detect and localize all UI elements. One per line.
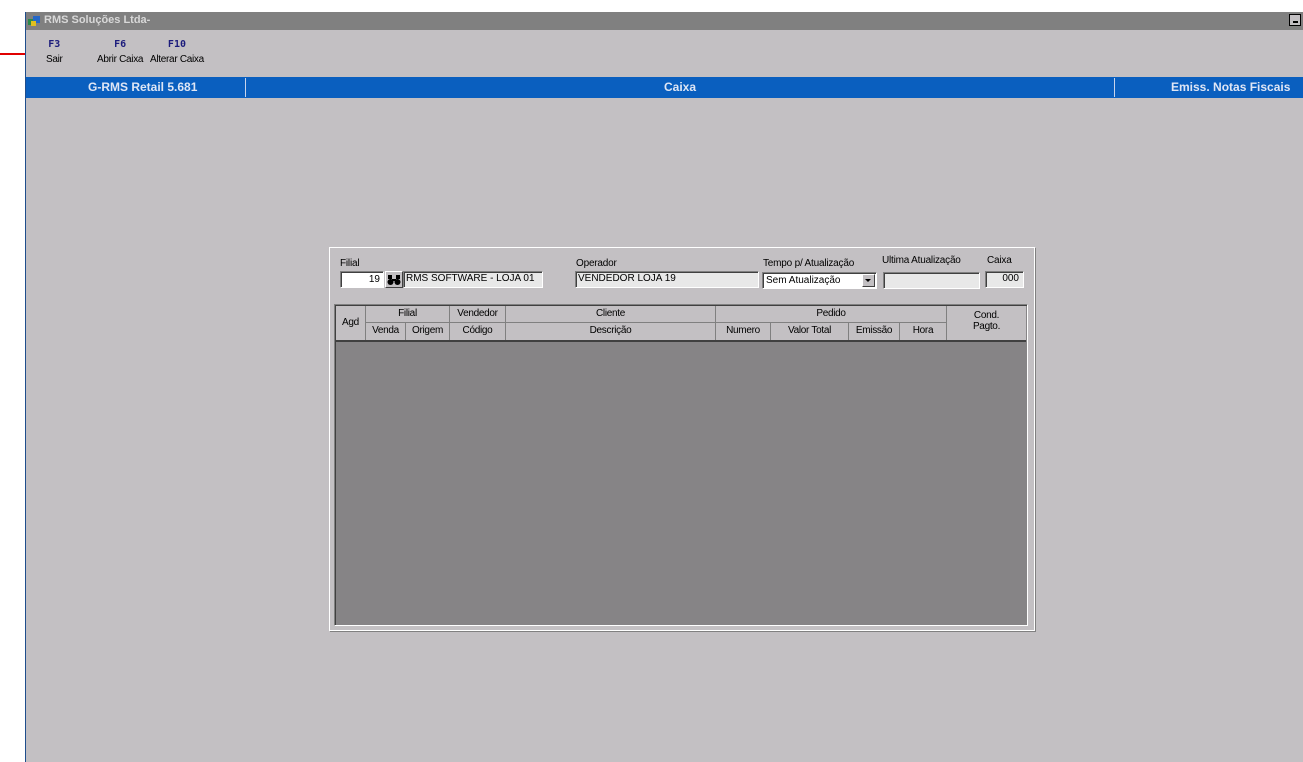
fkey-sair-button[interactable]: F3 Sair [46, 39, 63, 65]
col-venda[interactable]: Venda [366, 323, 406, 340]
col-valor-total[interactable]: Valor Total [771, 323, 849, 340]
col-emissao[interactable]: Emissão [849, 323, 900, 340]
tempo-atualizacao-label: Tempo p/ Atualização [763, 258, 855, 269]
fkey-f10-key: F10 [167, 39, 186, 50]
function-key-bar: F3 Sair F6 Abrir Caixa F10 Alterar Caixa [26, 39, 1303, 79]
binoculars-search-button[interactable] [385, 271, 403, 288]
header-separator [1114, 78, 1115, 97]
col-group-vendedor: Vendedor [450, 306, 506, 322]
app-version-label: G-RMS Retail 5.681 [88, 80, 198, 94]
col-descricao[interactable]: Descrição [506, 323, 716, 340]
tempo-atualizacao-value: Sem Atualização [766, 275, 841, 286]
caixa-field: 000 [985, 271, 1024, 288]
filial-code-input[interactable]: 19 [340, 271, 384, 288]
binoculars-icon [387, 275, 401, 285]
operador-field: VENDEDOR LOJA 19 [575, 271, 759, 288]
title-bar: RMS Soluções Ltda- [26, 12, 1303, 30]
app-icon [28, 16, 40, 26]
fkey-f6-key: F6 [114, 39, 127, 50]
col-cond-pagto[interactable]: Cond. Pagto. [947, 306, 1026, 340]
col-hora[interactable]: Hora [900, 323, 947, 340]
tempo-atualizacao-select[interactable]: Sem Atualização [762, 272, 877, 289]
col-group-pedido: Pedido [716, 306, 947, 322]
col-cond-label: Cond. [973, 310, 1000, 321]
grid-header: Agd Filial Venda Origem Vendedor Código … [336, 306, 1026, 342]
filial-label: Filial [340, 258, 360, 269]
module-header-bar: G-RMS Retail 5.681 Caixa Emiss. Notas Fi… [26, 77, 1303, 98]
filial-name-field: RMS SOFTWARE - LOJA 01 [403, 271, 543, 288]
col-numero[interactable]: Numero [716, 323, 771, 340]
caixa-panel: Filial 19 RMS SOFTWARE - LOJA 01 Operado… [329, 247, 1035, 631]
fkey-abrir-caixa-button[interactable]: F6 Abrir Caixa [97, 39, 143, 65]
submodule-title: Emiss. Notas Fiscais [1171, 80, 1291, 94]
fkey-f10-label: Alterar Caixa [150, 54, 204, 65]
fkey-f3-label: Sair [46, 54, 63, 65]
window-title: RMS Soluções Ltda- [44, 14, 151, 26]
caixa-label: Caixa [987, 255, 1012, 266]
chevron-down-icon [865, 279, 871, 282]
col-codigo[interactable]: Código [450, 323, 506, 340]
col-pagto-label: Pagto. [972, 321, 1001, 332]
col-agd[interactable]: Agd [336, 306, 366, 340]
minimize-button[interactable] [1289, 14, 1301, 26]
col-origem[interactable]: Origem [406, 323, 450, 340]
fkey-f3-key: F3 [48, 39, 61, 50]
header-divider [366, 322, 947, 323]
fkey-f6-label: Abrir Caixa [97, 54, 144, 65]
app-window: RMS Soluções Ltda- F3 Sair F6 Abrir Caix… [25, 12, 1303, 762]
pedidos-grid[interactable]: Agd Filial Venda Origem Vendedor Código … [334, 304, 1028, 626]
col-group-filial: Filial [366, 306, 450, 322]
operador-label: Operador [576, 258, 617, 269]
col-group-cliente: Cliente [506, 306, 716, 322]
header-separator [245, 78, 246, 97]
dropdown-button[interactable] [862, 274, 875, 287]
ultima-atualizacao-label: Ultima Atualização [882, 255, 961, 266]
fkey-alterar-caixa-button[interactable]: F10 Alterar Caixa [150, 39, 204, 65]
ultima-atualizacao-field [883, 272, 980, 289]
module-title: Caixa [664, 80, 697, 94]
